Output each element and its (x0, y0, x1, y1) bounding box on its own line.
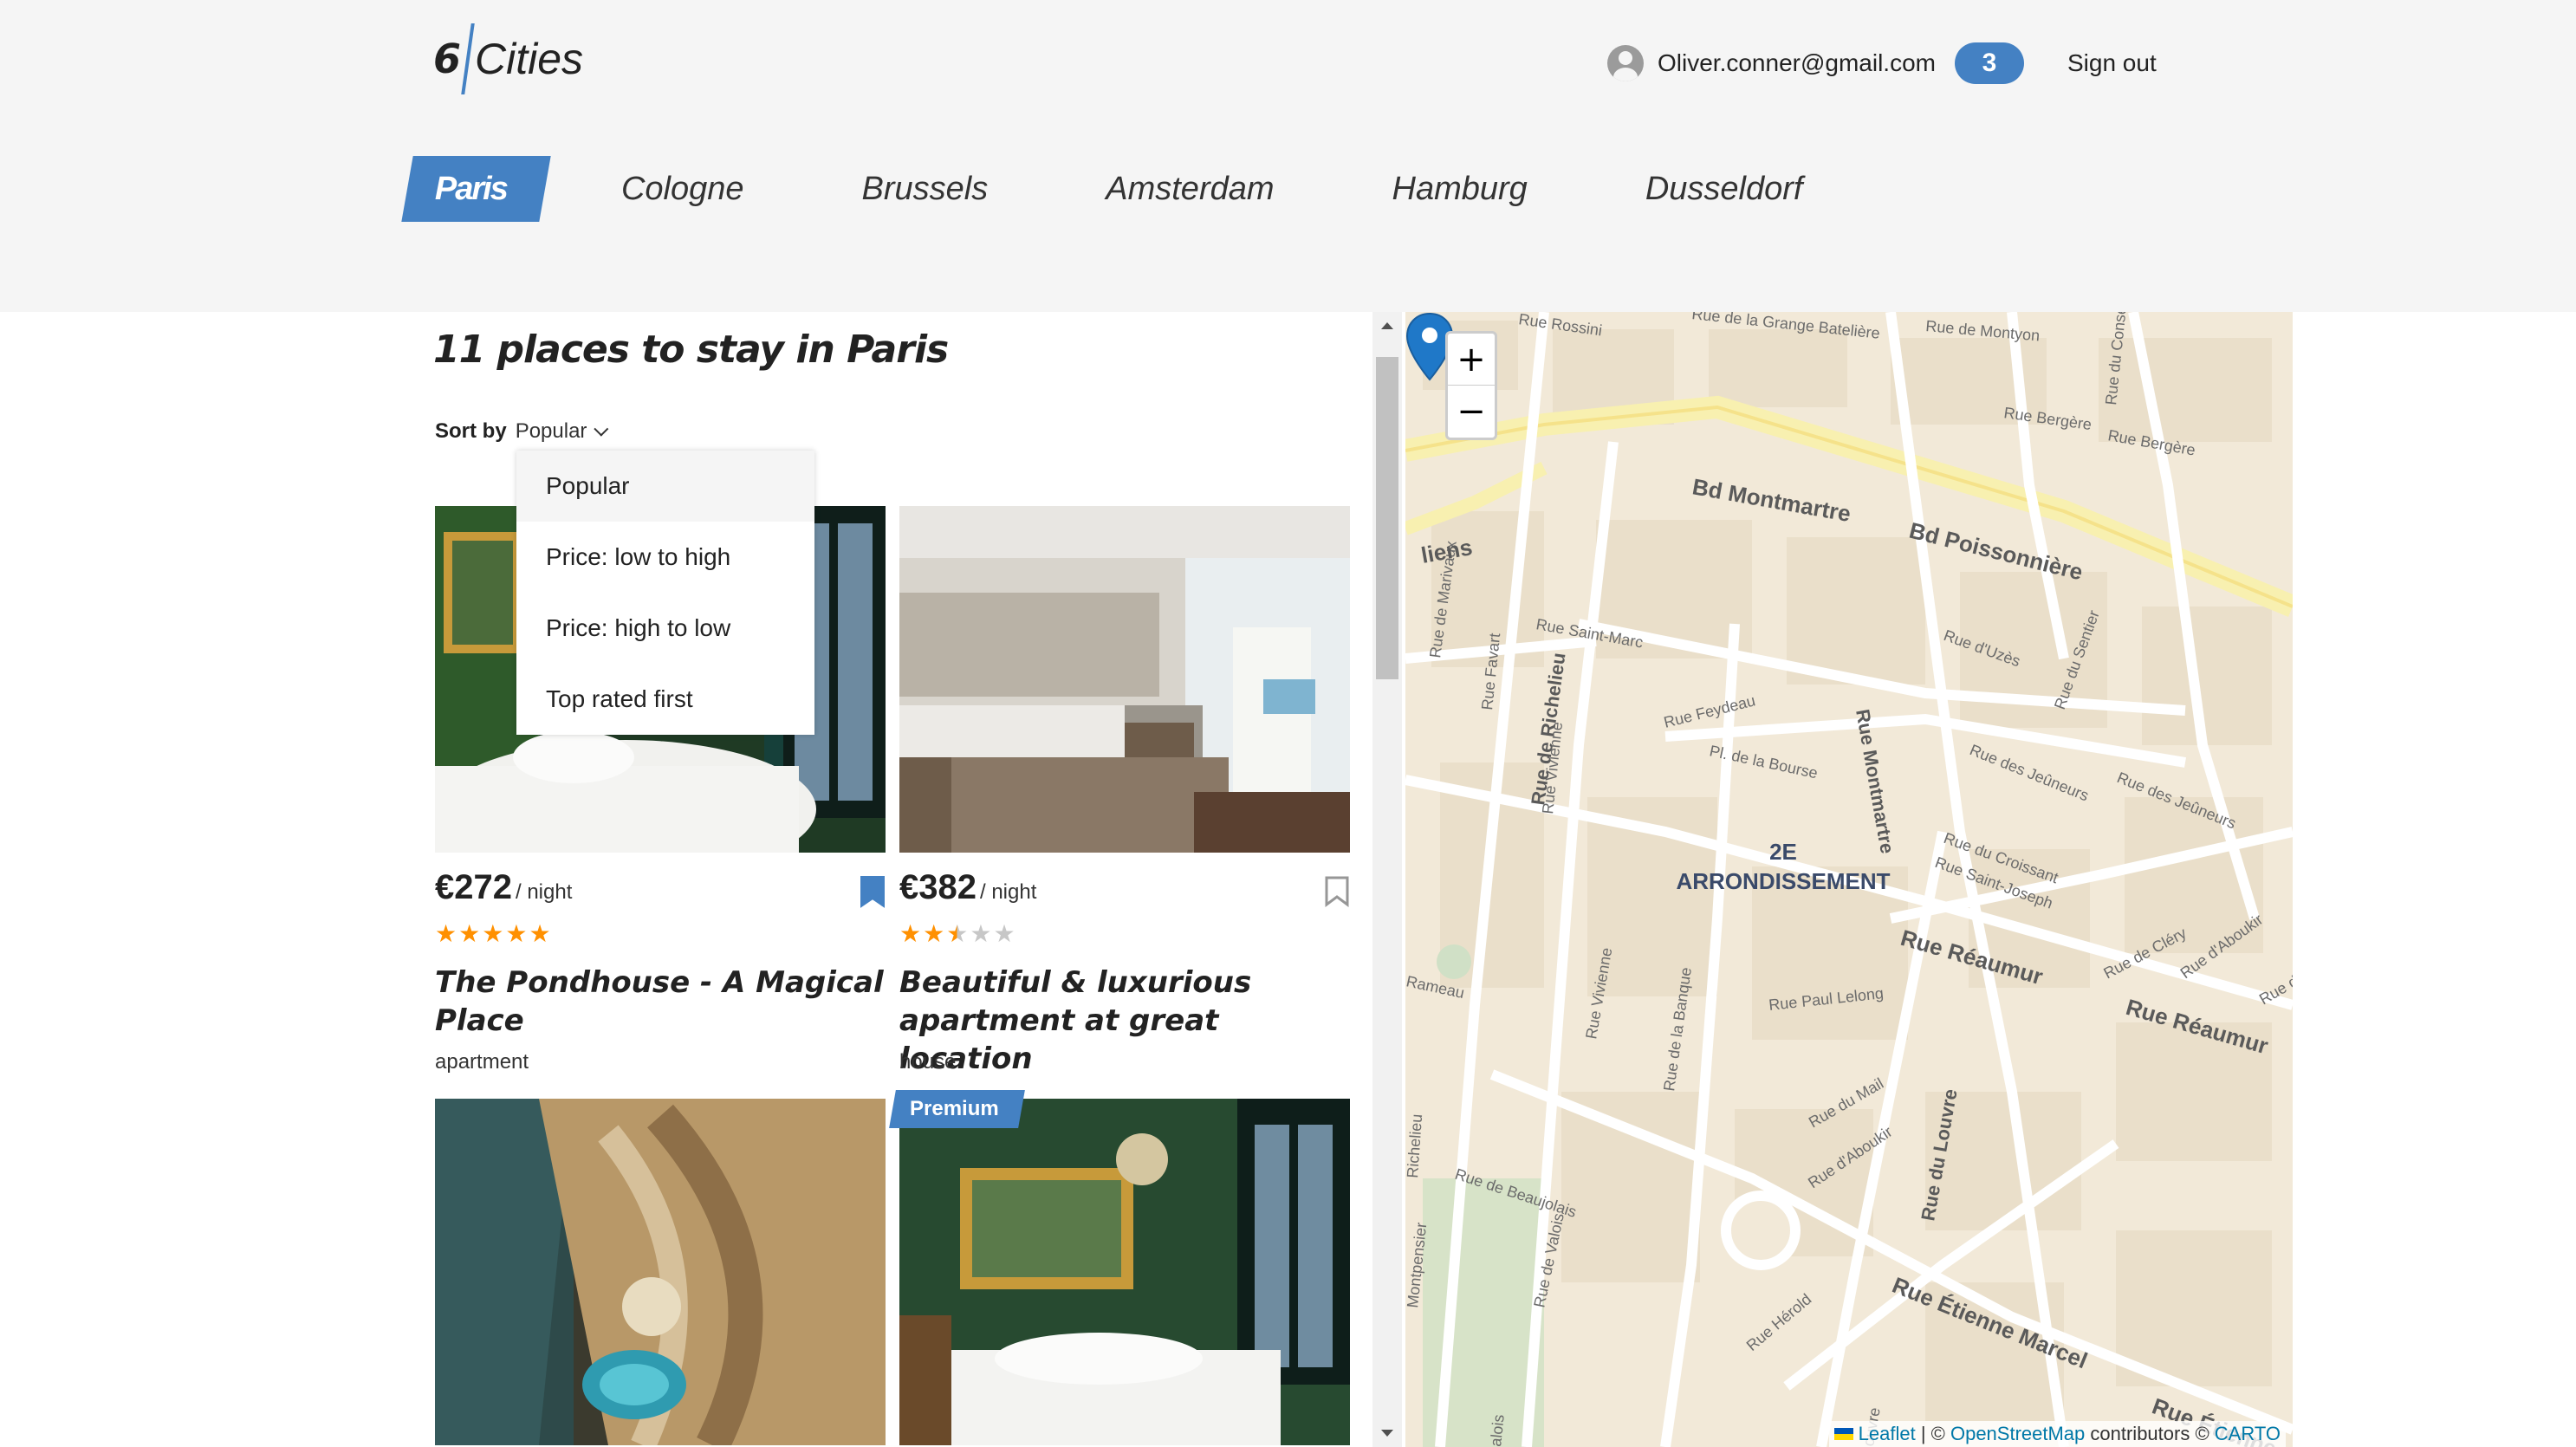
place-image[interactable] (435, 1099, 886, 1445)
star-icon: ★ (529, 919, 551, 948)
zoom-out-button[interactable]: − (1448, 386, 1495, 438)
tab-dusseldorf[interactable]: Dusseldorf (1645, 156, 1803, 222)
right-margin (2293, 312, 2576, 1447)
user-nav: Oliver.conner@gmail.com 3 Sign out (1607, 42, 2157, 84)
star-icon: ★ (458, 919, 481, 948)
sort-option-top-rated[interactable]: Top rated first (516, 664, 814, 735)
district-label-line2: ARRONDISSEMENT (1676, 868, 1890, 894)
bookmark-icon[interactable] (860, 875, 886, 908)
logo-text: Cities (475, 35, 584, 83)
sort-option-price-high-low[interactable]: Price: high to low (516, 593, 814, 664)
sort-dropdown: Popular Price: low to high Price: high t… (516, 451, 814, 735)
sort-option-popular[interactable]: Popular (516, 451, 814, 522)
star-icon: ★ (482, 919, 504, 948)
star-icon: ★ (993, 919, 1015, 948)
sort-option-price-low-high[interactable]: Price: low to high (516, 522, 814, 593)
tab-paris[interactable]: Paris (401, 156, 551, 222)
place-card[interactable]: €382 / night ★ ★ ★ ★ ★ Beautiful & luxur… (899, 506, 1350, 1078)
logo-slash (461, 23, 475, 94)
place-title[interactable]: Beautiful & luxurious apartment at great… (899, 964, 1350, 1078)
favorites-count-badge[interactable]: 3 (1954, 42, 2024, 84)
user-avatar-icon[interactable] (1607, 45, 1644, 81)
star-icon: ★ (505, 919, 528, 948)
star-icon: ★ (946, 919, 969, 948)
premium-badge: Premium (889, 1090, 1025, 1128)
attribution-text: contributors © (2085, 1423, 2215, 1444)
price-row: €272 / night (435, 868, 886, 912)
price: €272 (435, 868, 512, 906)
leaflet-link[interactable]: Leaflet (1859, 1423, 1916, 1445)
premium-label: Premium (910, 1097, 999, 1120)
place-type: apartment (435, 1050, 529, 1074)
place-image[interactable] (899, 506, 1350, 853)
scroll-up-arrow-icon[interactable] (1381, 322, 1393, 329)
scroll-down-arrow-icon[interactable] (1381, 1430, 1393, 1437)
user-email[interactable]: Oliver.conner@gmail.com (1658, 49, 1936, 77)
site-header: 6 Cities Oliver.conner@gmail.com 3 Sign … (0, 0, 2576, 312)
map-attribution: Leaflet | © OpenStreetMap contributors ©… (1828, 1421, 2286, 1447)
logo-number: 6 (433, 36, 462, 82)
place-card[interactable]: Premium (889, 1090, 1350, 1445)
rating-stars: ★ ★ ★ ★ ★ (899, 922, 1017, 946)
tab-label: Paris (435, 170, 507, 207)
map[interactable]: Rue Rossini Rue de la Grange Batelière R… (1405, 312, 2293, 1447)
places-list-panel: 11 places to stay in Paris Sort by Popul… (0, 312, 1404, 1447)
tab-cologne[interactable]: Cologne (621, 156, 744, 222)
star-icon: ★ (435, 919, 457, 948)
star-icon: ★ (899, 919, 922, 948)
attribution-separator: | © (1915, 1423, 1950, 1444)
zoom-control: + − (1445, 331, 1497, 440)
zoom-in-button[interactable]: + (1448, 334, 1495, 386)
carto-link[interactable]: CARTO (2215, 1423, 2281, 1445)
sort-value[interactable]: Popular (516, 419, 587, 444)
price: €382 (899, 868, 977, 906)
sign-out-link[interactable]: Sign out (2067, 49, 2157, 77)
chevron-down-icon[interactable] (594, 421, 609, 437)
district-label-line1: 2E (1769, 839, 1797, 865)
per-night: / night (979, 880, 1037, 904)
place-type: house (899, 1050, 957, 1074)
price-row: €382 / night (899, 868, 1350, 912)
logo[interactable]: 6 Cities (433, 23, 583, 95)
place-card[interactable] (435, 1099, 886, 1445)
place-image[interactable] (899, 1099, 1350, 1445)
osm-link[interactable]: OpenStreetMap (1950, 1423, 2085, 1445)
scrollbar[interactable] (1372, 312, 1402, 1447)
city-tabs: Paris Cologne Brussels Amsterdam Hamburg… (401, 156, 1920, 222)
places-count-title: 11 places to stay in Paris (433, 328, 949, 372)
per-night: / night (515, 880, 573, 904)
bookmark-icon[interactable] (1324, 875, 1350, 908)
rating-stars: ★ ★ ★ ★ ★ (435, 922, 553, 946)
tab-brussels[interactable]: Brussels (862, 156, 989, 222)
scroll-thumb[interactable] (1376, 357, 1398, 679)
ukraine-flag-icon (1833, 1428, 1853, 1440)
main-content: 11 places to stay in Paris Sort by Popul… (0, 312, 2576, 1447)
sort-label: Sort by (435, 419, 507, 443)
star-icon: ★ (970, 919, 992, 948)
sort-control[interactable]: Sort by Popular (435, 419, 609, 444)
tab-amsterdam[interactable]: Amsterdam (1106, 156, 1274, 222)
place-title[interactable]: The Pondhouse - A Magical Place (435, 964, 886, 1040)
svg-text:alois: alois (1487, 1413, 1508, 1447)
tab-hamburg[interactable]: Hamburg (1392, 156, 1528, 222)
star-icon: ★ (923, 919, 945, 948)
